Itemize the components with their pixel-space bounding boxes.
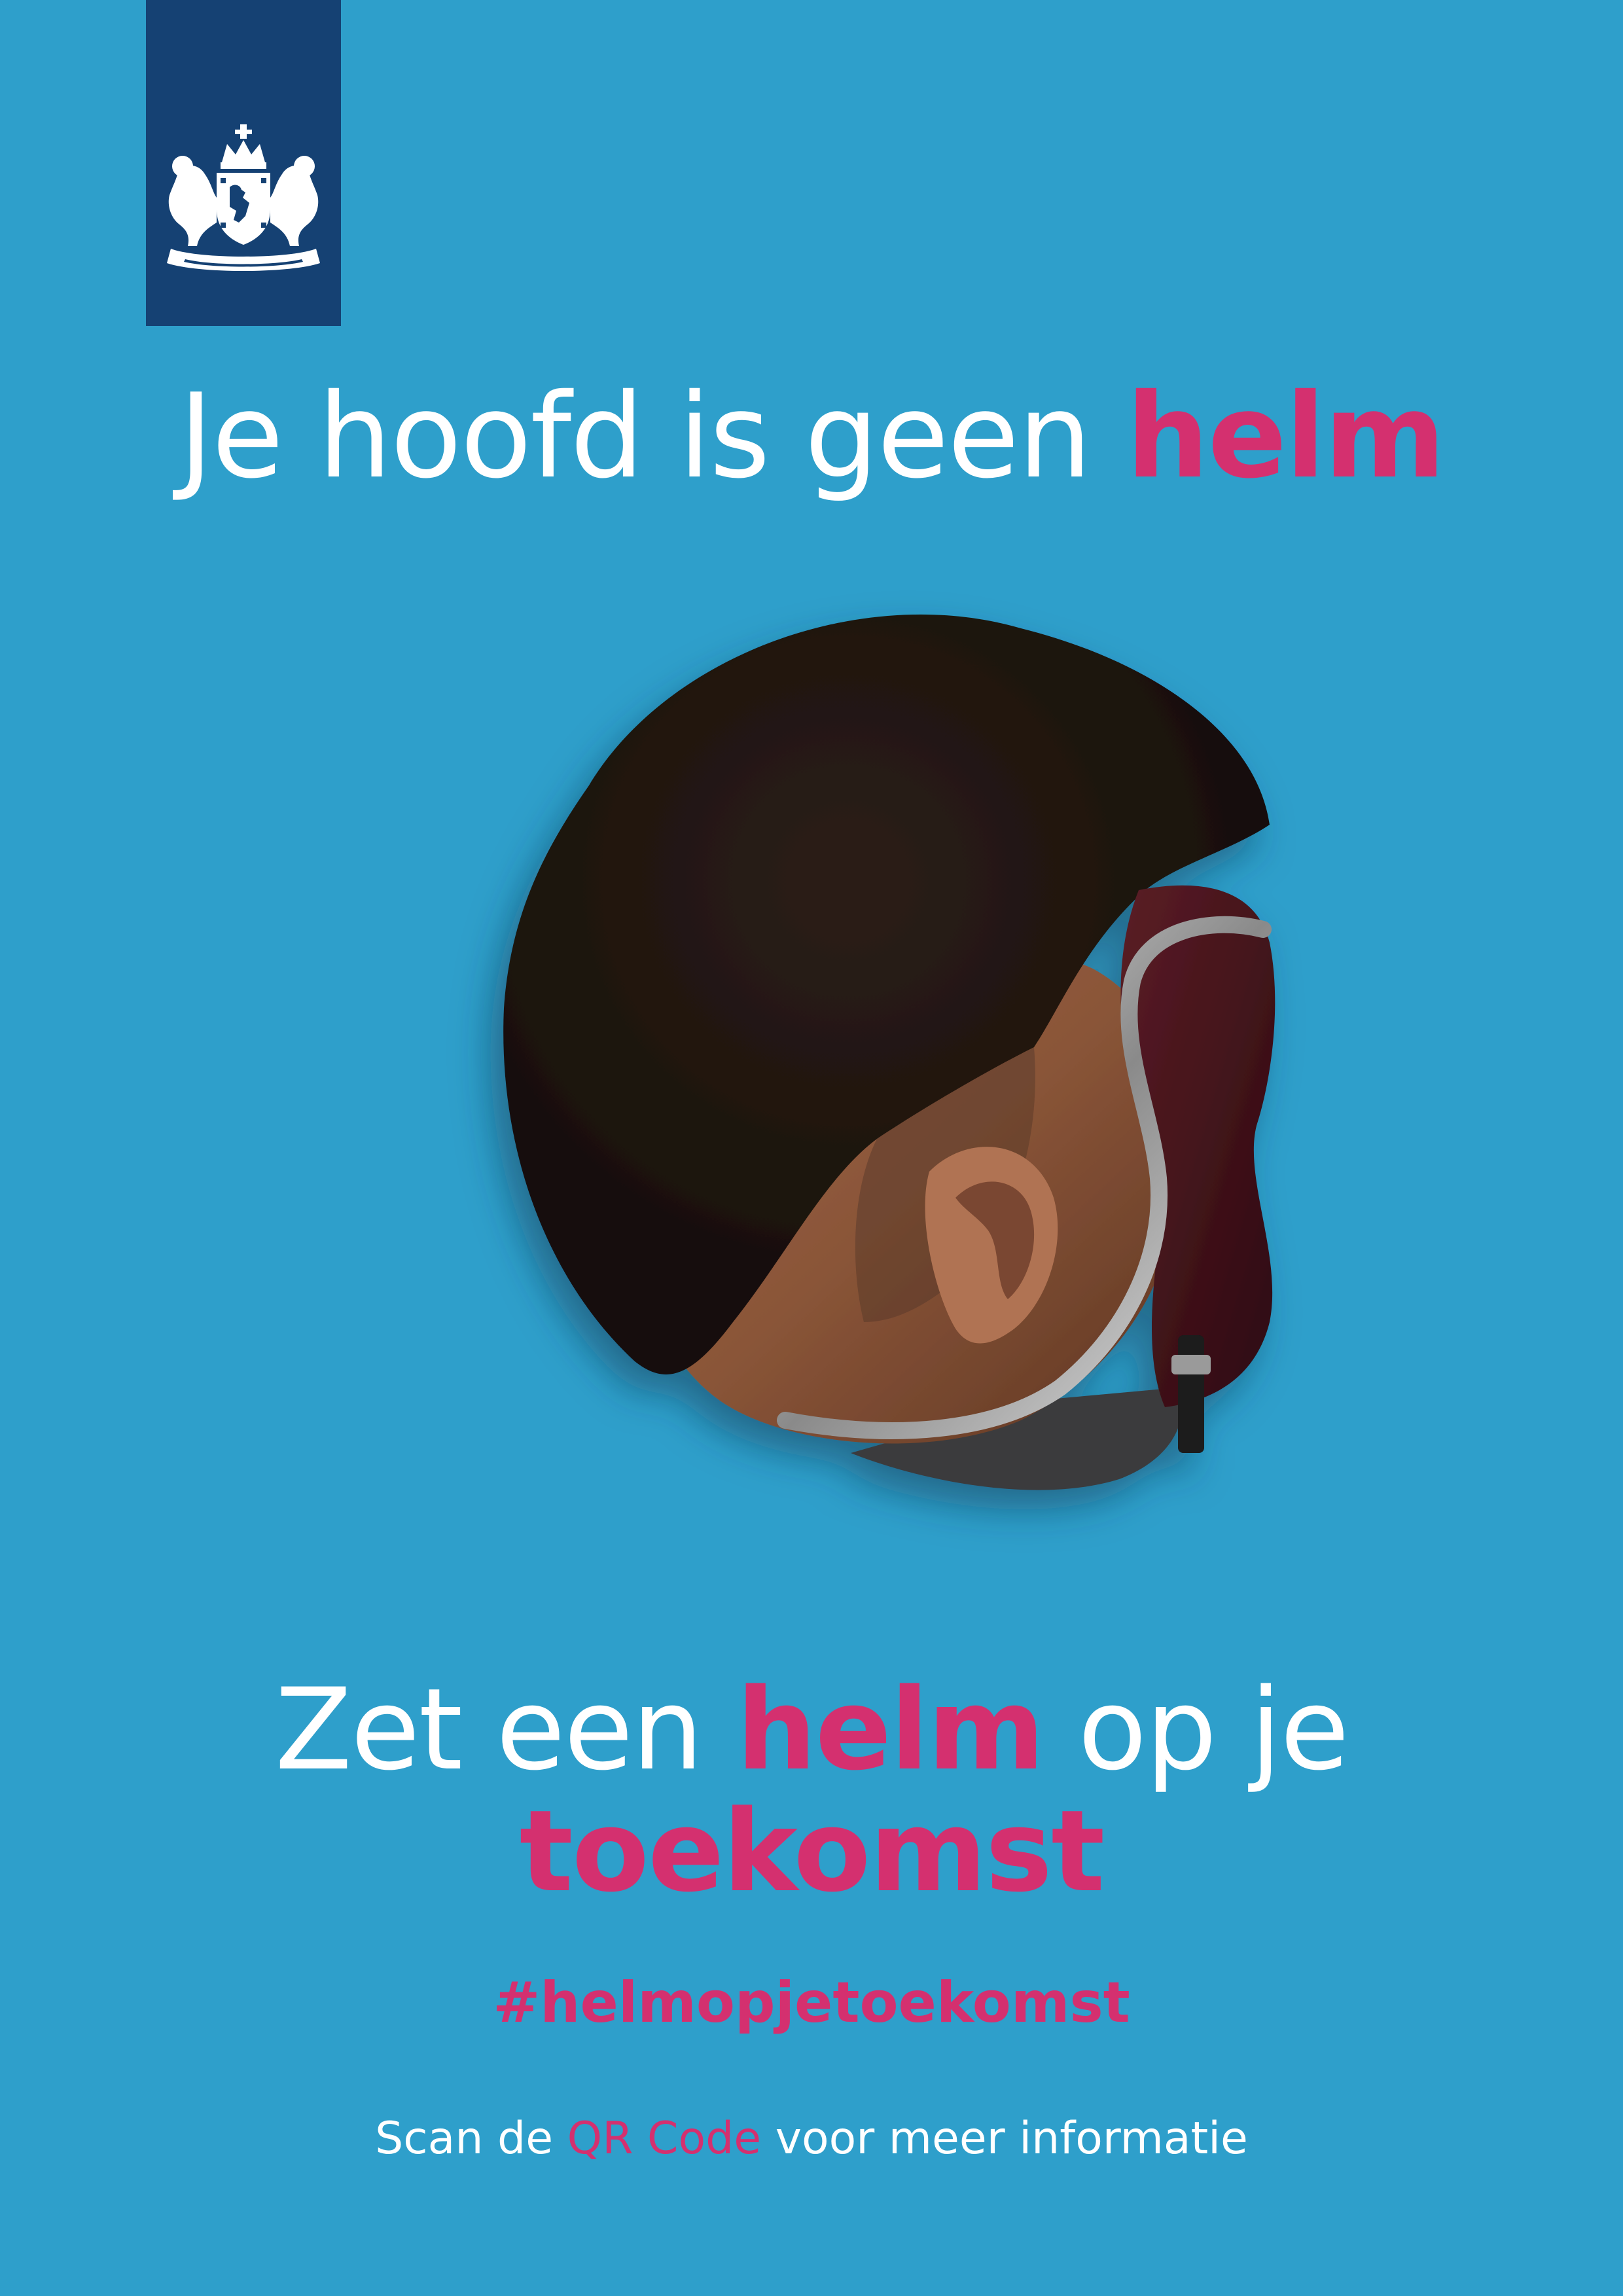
- headline-highlight: helm: [1126, 368, 1446, 504]
- slogan: Zet een helm op je toekomst: [0, 1669, 1623, 1912]
- qr-code-label: QR Code: [567, 2113, 762, 2164]
- government-logo: [146, 0, 341, 326]
- slogan-text-1: Zet een: [275, 1664, 737, 1795]
- slogan-line-1: Zet een helm op je: [0, 1669, 1623, 1791]
- scan-text-2: voor meer informatie: [761, 2113, 1248, 2164]
- scan-text-1: Scan de: [375, 2113, 567, 2164]
- slogan-text-2: op je: [1043, 1664, 1349, 1795]
- headline-text: Je hoofd is geen: [179, 368, 1126, 504]
- headline: Je hoofd is geen helm: [0, 367, 1623, 507]
- hashtag: #helmopjetoekomst: [493, 1970, 1130, 2036]
- scan-instruction: Scan de QR Code voor meer informatie: [0, 2113, 1623, 2164]
- slogan-highlight-2: toekomst: [519, 1785, 1105, 1917]
- slogan-highlight-1: helm: [736, 1664, 1044, 1795]
- poster: Je hoofd is geen helm Zet een helm op je…: [0, 0, 1623, 2296]
- head-helmet-illustration: [503, 614, 1275, 1490]
- coat-of-arms-icon: [167, 124, 320, 271]
